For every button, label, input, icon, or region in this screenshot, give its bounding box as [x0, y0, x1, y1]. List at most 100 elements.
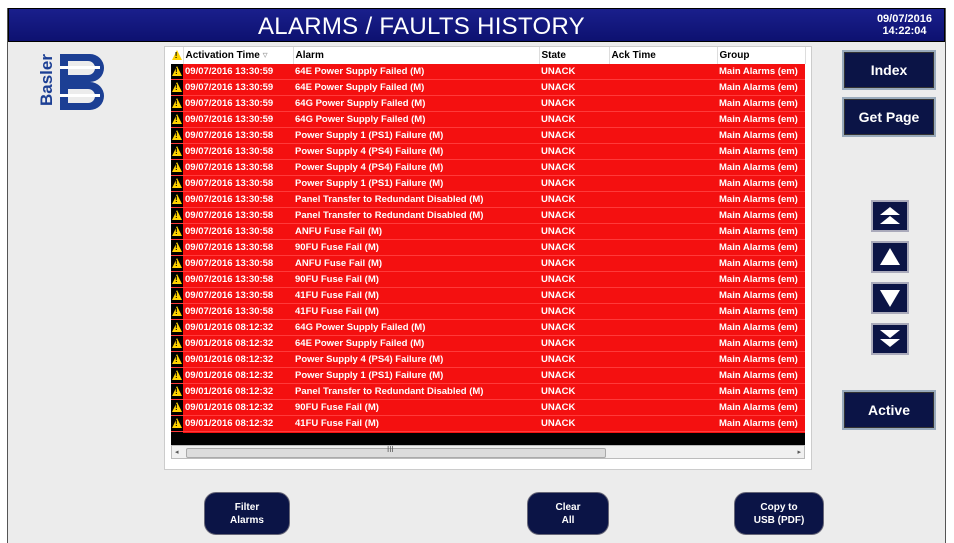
warning-icon: [171, 351, 183, 368]
scroll-up-button[interactable]: [871, 241, 909, 273]
cell-state: UNACK: [539, 255, 609, 272]
table-row[interactable]: 09/07/2016 13:30:58Power Supply 4 (PS4) …: [171, 159, 805, 176]
table-row[interactable]: 09/01/2016 08:12:32Power Supply 1 (PS1) …: [171, 367, 805, 384]
table-row[interactable]: 09/07/2016 13:30:5964G Power Supply Fail…: [171, 95, 805, 112]
column-group[interactable]: Group: [717, 47, 806, 64]
warning-icon: [171, 79, 183, 96]
cell-activation-time: 09/07/2016 13:30:59: [183, 79, 293, 96]
cell-group: Main Alarms (em): [717, 319, 805, 336]
cell-ack-time: [609, 64, 717, 80]
cell-alarm: 41FU Fuse Fail (M): [293, 415, 539, 432]
table-row[interactable]: 09/07/2016 13:30:58Panel Transfer to Red…: [171, 207, 805, 224]
cell-activation-time: 09/07/2016 13:30:59: [183, 64, 293, 80]
column-activation-time[interactable]: Activation Time ▿: [183, 47, 294, 64]
filter-alarms-button[interactable]: Filter Alarms: [204, 492, 290, 535]
cell-group: Main Alarms (em): [717, 351, 805, 368]
active-button[interactable]: Active: [842, 390, 936, 430]
cell-activation-time: 09/07/2016 13:30:58: [183, 271, 293, 288]
cell-group: Main Alarms (em): [717, 143, 805, 160]
cell-group: Main Alarms (em): [717, 271, 805, 288]
cell-alarm: 64E Power Supply Failed (M): [293, 79, 539, 96]
cell-ack-time: [609, 239, 717, 256]
scroll-left-arrow-icon[interactable]: ◂: [175, 448, 179, 456]
cell-ack-time: [609, 79, 717, 96]
warning-icon: [171, 143, 183, 160]
get-page-button[interactable]: Get Page: [842, 97, 936, 137]
table-row[interactable]: 09/07/2016 13:30:58Panel Transfer to Red…: [171, 191, 805, 208]
double-down-arrow-icon: [880, 330, 900, 347]
cell-state: UNACK: [539, 223, 609, 240]
cell-ack-time: [609, 335, 717, 352]
page-top-button[interactable]: [871, 200, 909, 232]
cell-ack-time: [609, 319, 717, 336]
horizontal-scrollbar[interactable]: ◂ III ▸: [171, 445, 805, 459]
cell-ack-time: [609, 207, 717, 224]
table-row[interactable]: 09/07/2016 13:30:58Power Supply 1 (PS1) …: [171, 127, 805, 144]
cell-state: UNACK: [539, 415, 609, 432]
table-row[interactable]: 09/01/2016 08:12:3241FU Fuse Fail (M)UNA…: [171, 415, 805, 432]
table-row[interactable]: 09/07/2016 13:30:5964E Power Supply Fail…: [171, 79, 805, 96]
cell-state: UNACK: [539, 335, 609, 352]
cell-state: UNACK: [539, 79, 609, 96]
cell-group: Main Alarms (em): [717, 95, 805, 112]
copy-to-usb-button[interactable]: Copy to USB (PDF): [734, 492, 824, 535]
table-row[interactable]: 09/07/2016 13:30:58Power Supply 1 (PS1) …: [171, 175, 805, 192]
scroll-down-button[interactable]: [871, 282, 909, 314]
column-ack-time[interactable]: Ack Time: [609, 47, 718, 64]
cell-group: Main Alarms (em): [717, 399, 805, 416]
scroll-right-arrow-icon[interactable]: ▸: [797, 448, 801, 456]
table-row[interactable]: 09/07/2016 13:30:5964E Power Supply Fail…: [171, 64, 805, 80]
table-row[interactable]: 09/01/2016 08:12:32Power Supply 4 (PS4) …: [171, 351, 805, 368]
cell-alarm: Power Supply 1 (PS1) Failure (M): [293, 127, 539, 144]
cell-activation-time: 09/01/2016 08:12:32: [183, 383, 293, 400]
table-row[interactable]: 09/07/2016 13:30:5841FU Fuse Fail (M)UNA…: [171, 303, 805, 320]
cell-ack-time: [609, 159, 717, 176]
table-row[interactable]: 09/01/2016 08:12:3264E Power Supply Fail…: [171, 335, 805, 352]
cell-group: Main Alarms (em): [717, 335, 805, 352]
cell-alarm: Power Supply 4 (PS4) Failure (M): [293, 159, 539, 176]
column-alarm[interactable]: Alarm: [293, 47, 540, 64]
warning-icon: [171, 335, 183, 352]
cell-alarm: Power Supply 4 (PS4) Failure (M): [293, 143, 539, 160]
cell-group: Main Alarms (em): [717, 383, 805, 400]
table-row[interactable]: 09/01/2016 08:12:32Panel Transfer to Red…: [171, 383, 805, 400]
cell-state: UNACK: [539, 287, 609, 304]
warning-icon: [171, 287, 183, 304]
table-row[interactable]: 09/01/2016 08:12:3290FU Fuse Fail (M)UNA…: [171, 399, 805, 416]
table-empty-area: [171, 433, 805, 445]
column-state[interactable]: State: [539, 47, 610, 64]
page-title: ALARMS / FAULTS HISTORY: [258, 13, 585, 40]
cell-alarm: ANFU Fuse Fail (M): [293, 255, 539, 272]
cell-ack-time: [609, 415, 717, 432]
title-bar: ALARMS / FAULTS HISTORY 09/07/2016 14:22…: [8, 8, 945, 42]
warning-icon: [171, 207, 183, 224]
index-button[interactable]: Index: [842, 50, 936, 90]
cell-state: UNACK: [539, 175, 609, 192]
table-row[interactable]: 09/07/2016 13:30:58ANFU Fuse Fail (M)UNA…: [171, 255, 805, 272]
table-row[interactable]: 09/07/2016 13:30:5964G Power Supply Fail…: [171, 111, 805, 128]
table-row[interactable]: 09/07/2016 13:30:5890FU Fuse Fail (M)UNA…: [171, 239, 805, 256]
cell-alarm: 64E Power Supply Failed (M): [293, 335, 539, 352]
cell-activation-time: 09/01/2016 08:12:32: [183, 367, 293, 384]
cell-state: UNACK: [539, 319, 609, 336]
table-row[interactable]: 09/07/2016 13:30:5841FU Fuse Fail (M)UNA…: [171, 287, 805, 304]
table-row[interactable]: 09/07/2016 13:30:58Power Supply 4 (PS4) …: [171, 143, 805, 160]
table-row[interactable]: 09/07/2016 13:30:5890FU Fuse Fail (M)UNA…: [171, 271, 805, 288]
cell-alarm: ANFU Fuse Fail (M): [293, 223, 539, 240]
cell-alarm: 64G Power Supply Failed (M): [293, 111, 539, 128]
basler-logo: Basler: [38, 54, 104, 110]
cell-alarm: 64E Power Supply Failed (M): [293, 64, 539, 80]
cell-group: Main Alarms (em): [717, 415, 805, 432]
table-row[interactable]: 09/07/2016 13:30:58ANFU Fuse Fail (M)UNA…: [171, 223, 805, 240]
cell-activation-time: 09/07/2016 13:30:58: [183, 127, 293, 144]
cell-activation-time: 09/07/2016 13:30:58: [183, 239, 293, 256]
header-warning-icon: [171, 47, 184, 64]
warning-icon: [171, 111, 183, 128]
table-row[interactable]: 09/01/2016 08:12:3264G Power Supply Fail…: [171, 319, 805, 336]
cell-state: UNACK: [539, 399, 609, 416]
cell-state: UNACK: [539, 64, 609, 80]
cell-group: Main Alarms (em): [717, 255, 805, 272]
scrollbar-thumb[interactable]: III: [186, 445, 606, 458]
page-bottom-button[interactable]: [871, 323, 909, 355]
clear-all-button[interactable]: Clear All: [527, 492, 609, 535]
